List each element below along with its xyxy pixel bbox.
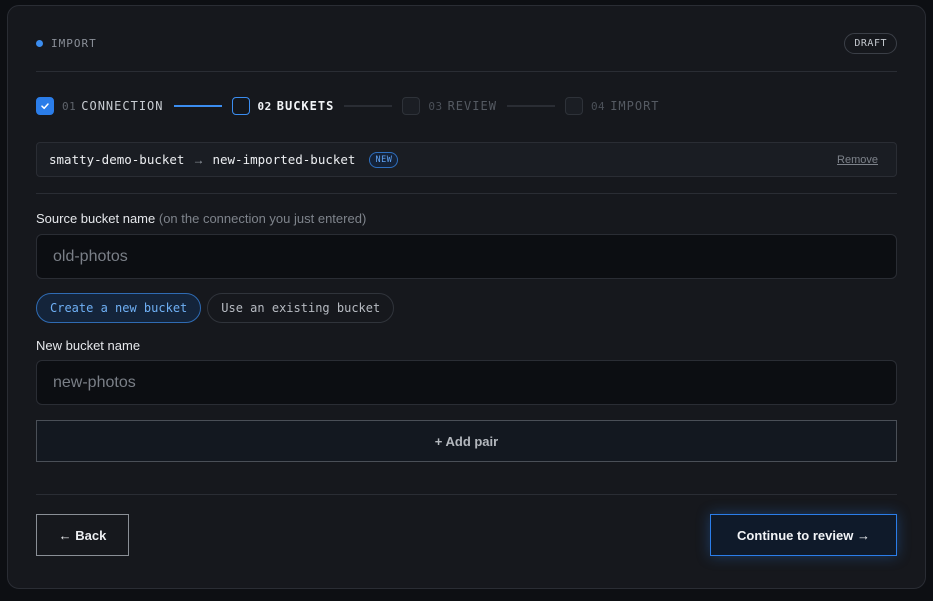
step-connector [506,105,555,107]
step-connection[interactable]: 01 CONNECTION [36,97,164,115]
header-title-group: IMPORT [36,37,97,50]
step-number: 02 [257,99,272,113]
step-label: REVIEW [447,99,497,113]
pair-target-bucket: new-imported-bucket [212,152,356,167]
step-label: CONNECTION [81,99,164,113]
continue-to-review-button[interactable]: Continue to review → [710,514,897,556]
add-pair-button[interactable]: + Add pair [36,420,897,462]
back-button[interactable]: ← Back [36,514,129,556]
footer-divider [36,494,897,495]
step-label: BUCKETS [276,99,335,113]
step-number: 04 [590,99,606,113]
import-panel: IMPORT DRAFT 01 CONNECTION 02 BUCKETS 03… [7,5,926,589]
arrow-right-icon: → [192,152,205,167]
step-number: 03 [428,99,443,113]
section-divider [36,193,897,194]
pair-source-bucket: smatty-demo-bucket [49,152,185,167]
step-checkbox-icon [402,97,421,115]
step-checkbox-icon [564,97,583,115]
step-label: IMPORT [610,99,660,113]
bucket-pair-row: smatty-demo-bucket → new-imported-bucket… [36,142,897,177]
step-buckets[interactable]: 02 BUCKETS [231,97,335,115]
header-label: IMPORT [51,36,97,50]
new-badge: NEW [369,151,399,168]
new-bucket-input[interactable] [36,360,897,405]
bucket-mode-toggle: Create a new bucket Use an existing buck… [36,293,395,323]
new-bucket-label: New bucket name [36,338,141,353]
panel-header: IMPORT DRAFT [36,32,897,54]
step-connector [173,105,222,107]
source-bucket-label-text: Source bucket name [36,211,156,226]
draft-status-badge: DRAFT [844,32,897,54]
use-existing-bucket-option[interactable]: Use an existing bucket [207,293,395,323]
step-import[interactable]: 04 IMPORT [564,97,660,115]
source-bucket-input[interactable] [36,234,897,279]
step-checkbox-icon [231,97,250,115]
remove-pair-link[interactable]: Remove [837,154,884,166]
stepper: 01 CONNECTION 02 BUCKETS 03 REVIEW 04 IM… [36,96,660,116]
create-new-bucket-option[interactable]: Create a new bucket [36,293,202,323]
status-dot-icon [36,39,43,47]
source-bucket-hint: (on the connection you just entered) [158,211,367,226]
step-check-icon [36,97,54,115]
header-divider [36,71,897,72]
step-number: 01 [62,99,77,113]
source-bucket-label: Source bucket name (on the connection yo… [36,211,366,226]
step-connector [344,105,393,107]
step-review[interactable]: 03 REVIEW [402,97,497,115]
